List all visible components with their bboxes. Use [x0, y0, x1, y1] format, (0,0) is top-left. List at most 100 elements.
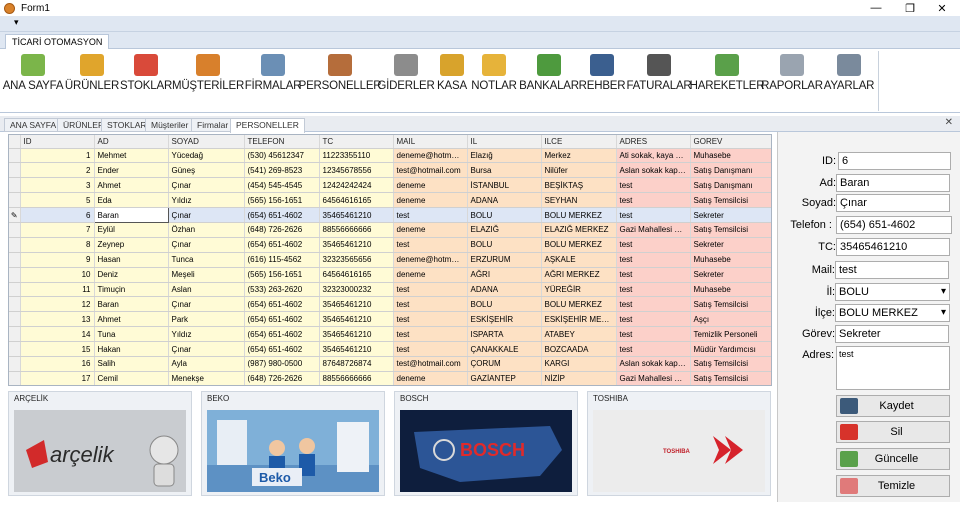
table-row[interactable]: 3 Ahmet Çınar (454) 545-4545 12424242424 dene… [9, 177, 771, 194]
table-row[interactable]: 2 Ender Güneş (541) 269-8523 12345678556 test… [9, 162, 771, 179]
grid-cell[interactable]: ÇANAKKALE [467, 341, 542, 357]
grid-column-header[interactable]: IL [467, 135, 542, 149]
grid-cell[interactable]: test [393, 282, 468, 298]
grid-cell[interactable]: Yıldız [168, 192, 245, 209]
grid-cell[interactable]: Çınar [168, 207, 245, 223]
grid-cell[interactable]: 11 [20, 282, 95, 298]
grid-cell[interactable]: Satış Danışmanı [690, 177, 771, 194]
grid-cell[interactable]: 32323000232 [319, 282, 394, 298]
ad-field[interactable]: Baran [836, 174, 950, 192]
grid-cell[interactable]: 11223355110 [319, 148, 394, 164]
ribbon-kasa-button[interactable]: KASA [437, 51, 467, 93]
il-select[interactable]: BOLU [835, 283, 950, 301]
row-selector[interactable] [9, 341, 21, 357]
grid-cell[interactable]: İSTANBUL [467, 177, 542, 194]
close-tab-icon[interactable]: ✕ [945, 117, 953, 128]
row-selector[interactable] [9, 326, 21, 343]
grid-cell[interactable]: (541) 269-8523 [244, 162, 320, 179]
grid-cell[interactable]: deneme [393, 177, 468, 194]
grid-cell[interactable]: Sekreter [690, 237, 771, 253]
tab-firmalar[interactable]: Firmalar [191, 118, 235, 132]
grid-column-header[interactable]: AD [94, 135, 169, 149]
grid-cell[interactable]: Eda [94, 192, 169, 209]
row-selector[interactable] [9, 148, 21, 164]
grid-cell[interactable]: Temizlik Personeli [690, 326, 771, 343]
id-field[interactable]: 6 [838, 152, 951, 170]
grid-cell[interactable]: Satış Temsilcisi [690, 296, 771, 313]
grid-cell[interactable]: Hakan [94, 341, 169, 357]
grid-cell[interactable]: Ati sokak, kaya a... [616, 148, 691, 164]
grid-cell[interactable]: BOLU MERKEZ [541, 207, 617, 223]
row-selector[interactable]: ✎ [9, 207, 21, 223]
grid-cell[interactable]: 35465461210 [319, 237, 394, 253]
grid-cell[interactable]: (654) 651-4602 [244, 207, 320, 223]
tab-musteriler[interactable]: Müşteriler [145, 118, 195, 132]
table-row[interactable]: ✎ 6 Baran Çınar (654) 651-4602 35465461210 tes… [9, 207, 771, 223]
grid-cell[interactable]: Satış Temsilcisi [690, 356, 771, 372]
grid-column-header[interactable]: SOYAD [168, 135, 245, 149]
grid-cell[interactable]: Nilüfer [541, 162, 617, 179]
ribbon-musteriler-button[interactable]: MÜŞTERİLER [172, 51, 244, 93]
grid-cell[interactable]: AĞRI [467, 267, 542, 283]
ribbon-notlar-button[interactable]: NOTLAR [471, 51, 517, 93]
table-row[interactable]: 10 Deniz Meşeli (565) 156-1651 64564616165 de… [9, 267, 771, 283]
grid-cell[interactable]: ERZURUM [467, 252, 542, 268]
grid-cell[interactable]: Güneş [168, 162, 245, 179]
grid-cell[interactable]: Özhan [168, 222, 245, 238]
grid-cell[interactable]: (654) 651-4602 [244, 237, 320, 253]
grid-cell[interactable]: test [393, 311, 468, 328]
grid-column-header[interactable]: ID [20, 135, 95, 149]
temizle-button[interactable]: Temizle [836, 475, 950, 497]
telefon-field[interactable]: (654) 651-4602 [836, 216, 952, 234]
row-selector[interactable] [9, 296, 21, 313]
grid-cell[interactable]: (654) 651-4602 [244, 341, 320, 357]
grid-cell[interactable]: Sekreter [690, 267, 771, 283]
grid-cell[interactable]: 5 [20, 192, 95, 209]
ribbon-stoklar-button[interactable]: STOKLAR [120, 51, 172, 93]
grid-cell[interactable]: Çınar [168, 296, 245, 313]
grid-cell[interactable]: test [616, 311, 691, 328]
adres-textarea[interactable]: test [836, 346, 950, 390]
grid-cell[interactable]: Bursa [467, 162, 542, 179]
grid-column-header[interactable]: ILCE [541, 135, 617, 149]
grid-cell[interactable]: (654) 651-4602 [244, 296, 320, 313]
grid-cell[interactable]: ADANA [467, 192, 542, 209]
grid-cell[interactable]: 6 [20, 207, 95, 223]
row-selector[interactable] [9, 222, 21, 238]
grid-cell[interactable]: ESKİŞEHİR MERKEZ [541, 311, 617, 328]
ribbon-tab-ticari-otomasyon[interactable]: TİCARİ OTOMASYON [5, 34, 110, 50]
grid-column-header[interactable]: GOREV [690, 135, 771, 149]
grid-cell[interactable]: test [616, 192, 691, 209]
quick-access-dropdown-icon[interactable]: ▾ [14, 17, 19, 28]
ribbon-bankalar-button[interactable]: BANKALAR [519, 51, 579, 93]
tab-ana-sayfa[interactable]: ANA SAYFA [4, 118, 63, 132]
table-row[interactable]: 15 Hakan Çınar (654) 651-4602 35465461210 tes… [9, 341, 771, 357]
grid-cell[interactable]: test [393, 207, 468, 223]
grid-cell[interactable]: 8 [20, 237, 95, 253]
grid-cell[interactable]: (454) 545-4545 [244, 177, 320, 194]
grid-cell[interactable]: BEŞİKTAŞ [541, 177, 617, 194]
row-selector[interactable] [9, 267, 21, 283]
grid-cell[interactable]: Çınar [168, 177, 245, 194]
grid-cell[interactable]: Cemil [94, 371, 169, 385]
grid-cell[interactable]: NİZİP [541, 371, 617, 385]
grid-cell[interactable]: deneme [393, 222, 468, 238]
grid-cell[interactable]: KARGI [541, 356, 617, 372]
grid-cell[interactable]: ISPARTA [467, 326, 542, 343]
grid-cell[interactable]: Elazığ [467, 148, 542, 164]
grid-cell[interactable]: 12 [20, 296, 95, 313]
grid-cell[interactable]: Yücedağ [168, 148, 245, 164]
grid-cell[interactable]: Muhasebe [690, 148, 771, 164]
grid-cell[interactable]: test [616, 252, 691, 268]
grid-cell[interactable]: 35465461210 [319, 311, 394, 328]
grid-cell[interactable]: 12345678556 [319, 162, 394, 179]
grid-cell[interactable]: AĞRI MERKEZ [541, 267, 617, 283]
grid-cell[interactable]: (654) 651-4602 [244, 311, 320, 328]
grid-cell[interactable]: Muhasebe [690, 282, 771, 298]
ribbon-urunler-button[interactable]: ÜRÜNLER [65, 51, 119, 93]
grid-cell[interactable]: test@hotmail.com [393, 162, 468, 179]
grid-cell[interactable]: 13 [20, 311, 95, 328]
grid-cell[interactable]: 88556666666 [319, 222, 394, 238]
mail-field[interactable]: test [835, 261, 949, 279]
maximize-button[interactable]: ❐ [900, 1, 920, 15]
